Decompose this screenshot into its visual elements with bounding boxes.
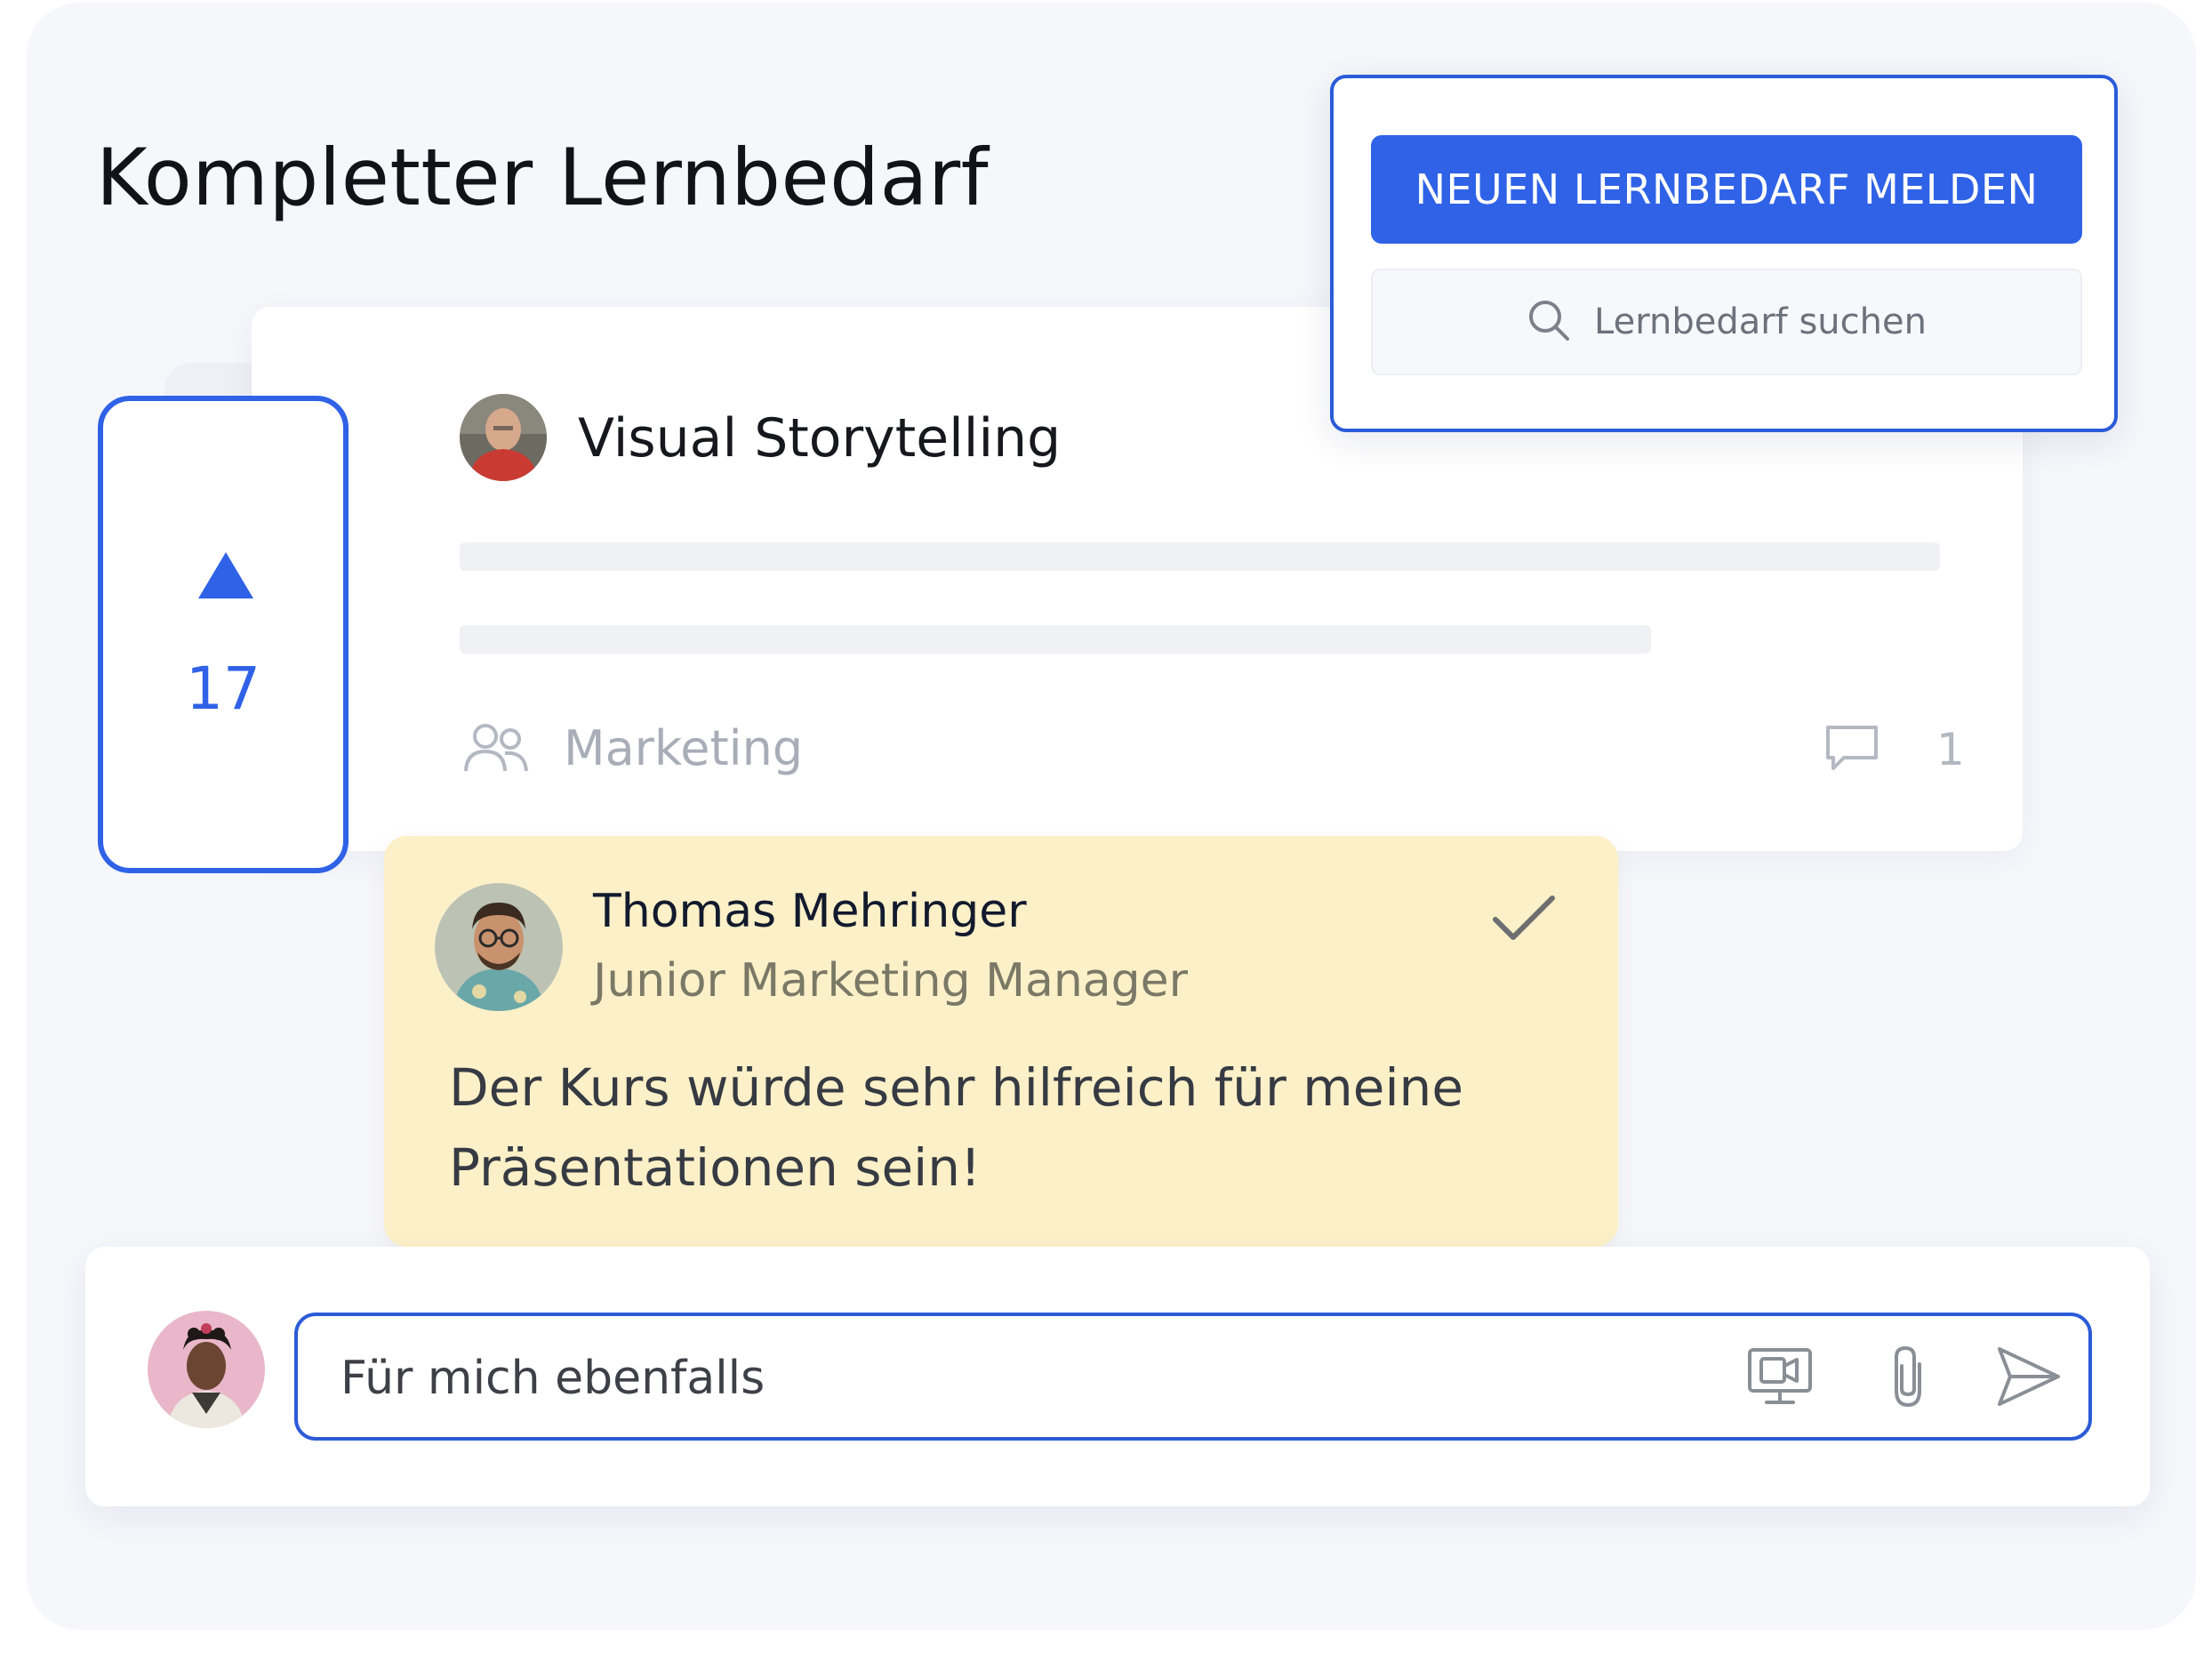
comment-input-value: Für mich ebenfalls xyxy=(341,1352,765,1405)
commenter-avatar xyxy=(435,883,563,1011)
comment-author-role: Junior Marketing Manager xyxy=(593,954,1189,1008)
search-input[interactable]: Lernbedarf suchen xyxy=(1371,269,2082,375)
comment-count-value: 1 xyxy=(1936,724,1965,775)
comment-author-name: Thomas Mehringer xyxy=(593,885,1027,938)
page-title: Kompletter Lernbedarf xyxy=(96,132,990,223)
comment-counter[interactable]: 1 xyxy=(1824,724,1965,775)
comment-input[interactable]: Für mich ebenfalls xyxy=(294,1313,2092,1441)
search-placeholder: Lernbedarf suchen xyxy=(1594,301,1927,342)
screen-record-icon[interactable] xyxy=(1747,1316,1813,1437)
request-title[interactable]: Visual Storytelling xyxy=(578,407,1061,470)
upvote-arrow-icon xyxy=(198,552,253,598)
new-learning-request-button[interactable]: NEUEN LERNBEDARF MELDEN xyxy=(1371,135,2082,244)
requester-avatar xyxy=(460,394,547,481)
description-placeholder-line xyxy=(460,542,1940,571)
paperclip-icon[interactable] xyxy=(1886,1316,1930,1437)
description-placeholder-line xyxy=(460,625,1651,654)
vote-count: 17 xyxy=(186,654,260,723)
checkmark-icon[interactable] xyxy=(1492,895,1556,948)
comment-text: Der Kurs würde sehr hilfreich für meine … xyxy=(449,1057,1463,1198)
send-icon[interactable] xyxy=(1996,1316,2062,1437)
current-user-avatar xyxy=(148,1311,265,1428)
team-tag: Marketing xyxy=(464,720,803,776)
action-panel: NEUEN LERNBEDARF MELDEN Lernbedarf suche… xyxy=(1330,75,2118,432)
search-icon xyxy=(1527,298,1571,346)
comment-icon xyxy=(1824,724,1879,775)
upvote-button[interactable]: 17 xyxy=(98,396,349,873)
team-icon xyxy=(464,721,528,776)
team-label: Marketing xyxy=(564,720,804,776)
